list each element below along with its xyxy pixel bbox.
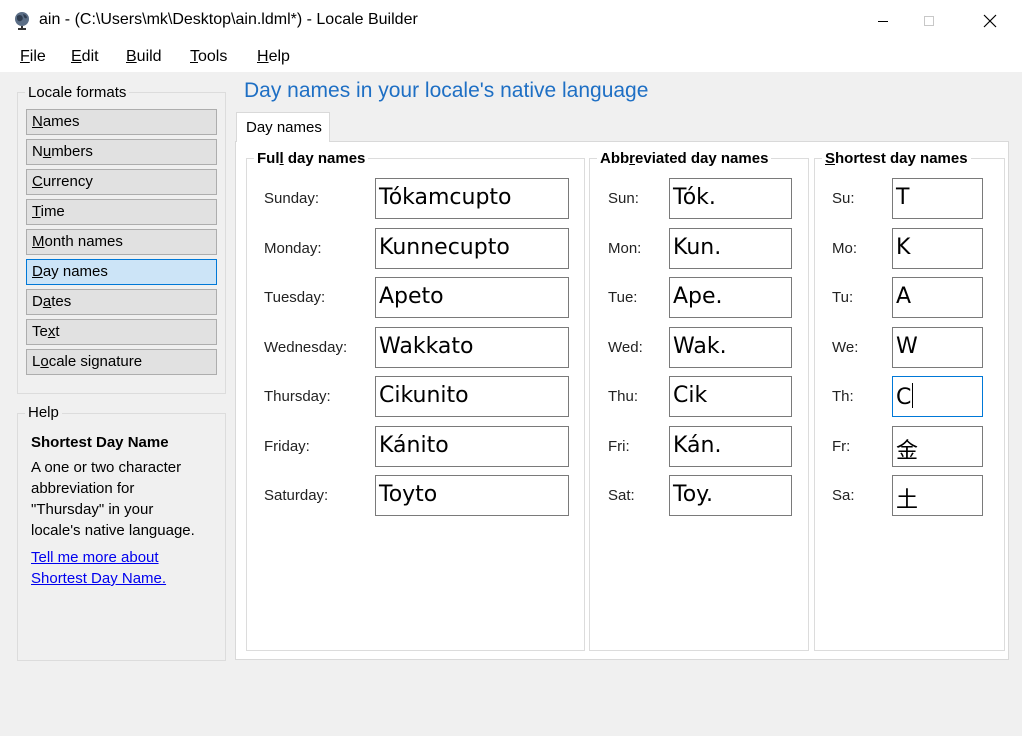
shortest-day-label: Mo:	[832, 239, 858, 257]
sidebar-item-names[interactable]: Names	[26, 109, 217, 135]
full-day-label: Thursday:	[264, 388, 331, 405]
menu-bar: File Edit Build Tools Help	[0, 42, 1022, 73]
menu-edit[interactable]: Edit	[71, 48, 99, 66]
help-more-link[interactable]: Tell me more about Shortest Day Name.	[31, 547, 166, 589]
sidebar-item-time[interactable]: Time	[26, 199, 217, 225]
help-group-title: Help	[25, 404, 62, 421]
sidebar-item-currency[interactable]: Currency	[26, 169, 217, 195]
full-day-label: Monday:	[264, 239, 322, 257]
full-day-label: Friday:	[264, 437, 310, 455]
full-day-name-input[interactable]: Wakkato	[375, 326, 569, 368]
shortest-day-name-input[interactable]: C	[892, 376, 983, 417]
abbreviated-day-label: Tue:	[608, 289, 638, 306]
abbreviated-day-name-input[interactable]: Toy.	[669, 475, 792, 516]
full-day-name-input[interactable]: Cikunito	[375, 376, 569, 417]
abbreviated-day-label: Fri:	[608, 437, 630, 455]
sidebar-item-month-names[interactable]: Month names	[26, 229, 217, 255]
sidebar-item-numbers[interactable]: Numbers	[26, 139, 217, 165]
abbreviated-day-label: Thu:	[608, 388, 639, 405]
shortest-day-label: Th:	[832, 388, 854, 405]
shortest-day-label: We:	[832, 338, 859, 356]
full-day-label: Tuesday:	[264, 289, 326, 306]
menu-file[interactable]: File	[20, 48, 46, 66]
full-day-name-input[interactable]: Toyto	[375, 475, 569, 516]
sidebar-item-day-names[interactable]: Day names	[26, 259, 217, 285]
page-heading: Day names in your locale's native langua…	[244, 79, 649, 102]
abbreviated-day-name-input[interactable]: Kun.	[669, 227, 792, 269]
shortest-day-name-input[interactable]: A	[892, 277, 983, 318]
full-day-name-input[interactable]: Tókamcupto	[375, 178, 569, 219]
minimize-button[interactable]	[860, 0, 906, 42]
shortest-day-name-input[interactable]: 土	[892, 475, 983, 516]
locale-formats-title: Locale formats	[25, 84, 130, 101]
abbreviated-day-name-input[interactable]: Tók.	[669, 178, 792, 219]
abbreviated-day-label: Sun:	[608, 190, 639, 207]
menu-help[interactable]: Help	[257, 48, 290, 66]
abbreviated-day-name-input[interactable]: Kán.	[669, 425, 792, 467]
sidebar-item-locale-signature[interactable]: Locale signature	[26, 349, 217, 375]
full-day-names-title: Full day names	[254, 150, 369, 167]
help-topic-title: Shortest Day Name	[31, 434, 169, 451]
sidebar-item-dates[interactable]: Dates	[26, 289, 217, 315]
abbreviated-day-names-title: Abbreviated day names	[597, 150, 772, 167]
shortest-day-label: Sa:	[832, 487, 855, 504]
abbreviated-day-label: Sat:	[608, 487, 635, 504]
window-title: ain - (C:\Users\mk\Desktop\ain.ldml*) - …	[39, 11, 418, 28]
sidebar-item-text[interactable]: Text	[26, 319, 217, 345]
title-bar[interactable]: ain - (C:\Users\mk\Desktop\ain.ldml*) - …	[0, 0, 1022, 42]
full-day-label: Saturday:	[264, 487, 329, 504]
globe-icon	[12, 10, 32, 30]
abbreviated-day-label: Mon:	[608, 239, 642, 257]
shortest-day-name-input[interactable]: W	[892, 326, 983, 368]
shortest-day-label: Tu:	[832, 289, 854, 306]
shortest-day-names-title: Shortest day names	[822, 150, 971, 167]
help-description: A one or two character abbreviation for …	[31, 459, 195, 539]
maximize-button[interactable]	[906, 0, 952, 42]
shortest-day-name-input[interactable]: 金	[892, 425, 983, 467]
menu-build[interactable]: Build	[126, 48, 162, 66]
tab-day-names[interactable]: Day names	[236, 112, 330, 142]
abbreviated-day-name-input[interactable]: Ape.	[669, 277, 792, 318]
shortest-day-label: Fr:	[832, 437, 851, 455]
full-day-label: Wednesday:	[264, 338, 348, 356]
abbreviated-day-label: Wed:	[608, 338, 643, 356]
full-day-label: Sunday:	[264, 190, 320, 207]
close-button[interactable]	[967, 0, 1013, 42]
text-caret	[912, 383, 914, 408]
shortest-day-label: Su:	[832, 190, 855, 207]
full-day-name-input[interactable]: Apeto	[375, 277, 569, 318]
abbreviated-day-name-input[interactable]: Cik	[669, 376, 792, 417]
full-day-name-input[interactable]: Kánito	[375, 425, 569, 467]
abbreviated-day-name-input[interactable]: Wak.	[669, 326, 792, 368]
full-day-name-input[interactable]: Kunnecupto	[375, 227, 569, 269]
shortest-day-name-input[interactable]: T	[892, 178, 983, 219]
shortest-day-name-input[interactable]: K	[892, 227, 983, 269]
menu-tools[interactable]: Tools	[190, 48, 227, 66]
